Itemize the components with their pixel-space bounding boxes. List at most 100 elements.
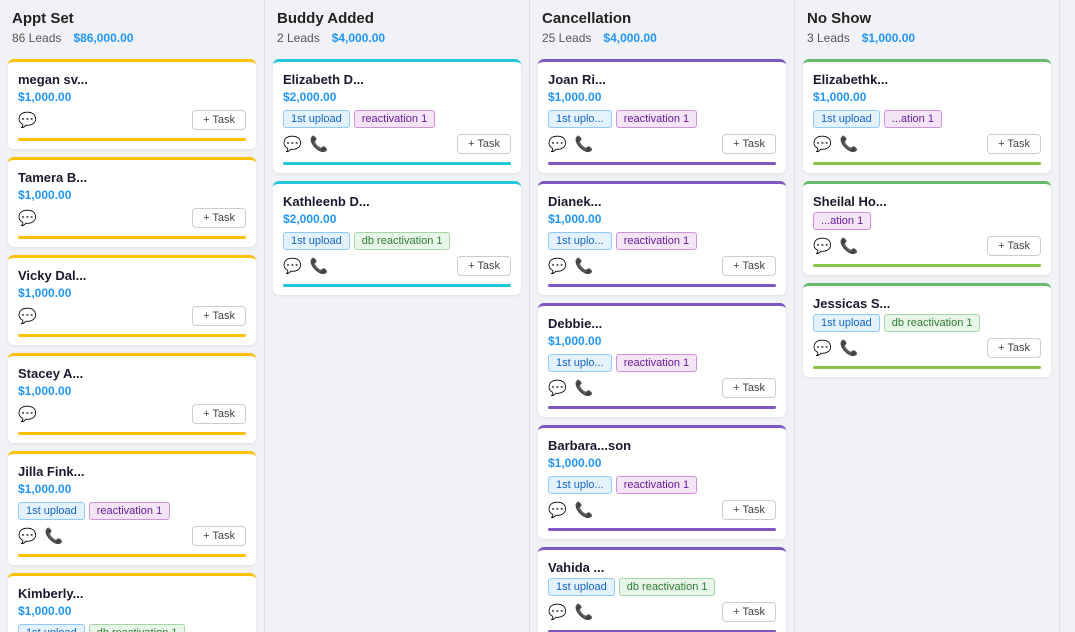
column-cards-appt-set: megan sv...$1,000.00💬+ TaskTamera B...$1…: [0, 53, 264, 632]
card-tags: 1st uploadreactivation 1: [283, 110, 511, 128]
add-task-button[interactable]: + Task: [722, 500, 776, 520]
card-amount: $1,000.00: [18, 604, 246, 618]
card-footer: 💬 📞 + Task: [548, 256, 776, 276]
table-row: Jilla Fink...$1,000.001st uploadreactiva…: [8, 451, 256, 565]
tag-upload[interactable]: 1st uplo...: [548, 354, 612, 372]
phone-icon[interactable]: 📞: [575, 603, 594, 621]
phone-icon[interactable]: 📞: [840, 135, 859, 153]
card-footer: 💬 + Task: [18, 110, 246, 130]
phone-icon[interactable]: 📞: [840, 237, 859, 255]
card-footer: 💬 📞 + Task: [548, 134, 776, 154]
card-tags: 1st uploaddb reactivation 1: [813, 314, 1041, 332]
tag-db-reactivation[interactable]: db reactivation 1: [619, 578, 716, 596]
tag-db-reactivation[interactable]: db reactivation 1: [89, 624, 186, 632]
card-tags: 1st uplo...reactivation 1: [548, 232, 776, 250]
phone-icon[interactable]: 📞: [45, 527, 64, 545]
card-name: Vahida ...: [548, 560, 728, 575]
card-divider: [18, 236, 246, 239]
chat-icon[interactable]: 💬: [813, 135, 832, 153]
chat-icon[interactable]: 💬: [18, 527, 37, 545]
card-footer: 💬 📞 + Task: [548, 500, 776, 520]
column-header-buddy-added: Buddy Added2 Leads$4,000.00: [265, 0, 529, 53]
chat-icon[interactable]: 💬: [18, 405, 37, 423]
card-divider: [813, 264, 1041, 267]
card-amount: $1,000.00: [813, 90, 1041, 104]
add-task-button[interactable]: + Task: [192, 526, 246, 546]
tag-upload[interactable]: 1st upload: [18, 624, 85, 632]
tag-db-reactivation[interactable]: db reactivation 1: [884, 314, 981, 332]
column-title-buddy-added: Buddy Added: [277, 10, 517, 27]
tag-reactivation[interactable]: reactivation 1: [89, 502, 170, 520]
tag-upload[interactable]: 1st upload: [548, 578, 615, 596]
phone-icon[interactable]: 📞: [310, 135, 329, 153]
card-footer: 💬 📞 + Task: [18, 526, 246, 546]
card-footer: 💬 📞 + Task: [548, 602, 776, 622]
add-task-button[interactable]: + Task: [722, 134, 776, 154]
phone-icon[interactable]: 📞: [575, 135, 594, 153]
tag-reactivation[interactable]: reactivation 1: [616, 110, 697, 128]
add-task-button[interactable]: + Task: [987, 236, 1041, 256]
card-amount: $2,000.00: [283, 212, 511, 226]
tag-upload[interactable]: 1st uplo...: [548, 476, 612, 494]
column-no-show: No Show3 Leads$1,000.00Elizabethk...$1,0…: [795, 0, 1060, 632]
add-task-button[interactable]: + Task: [192, 110, 246, 130]
tag-upload[interactable]: 1st uplo...: [548, 232, 612, 250]
card-footer: 💬 📞 + Task: [548, 378, 776, 398]
tag-upload[interactable]: 1st uplo...: [548, 110, 612, 128]
add-task-button[interactable]: + Task: [722, 602, 776, 622]
phone-icon[interactable]: 📞: [575, 379, 594, 397]
card-tags: 1st upload...ation 1: [813, 110, 1041, 128]
add-task-button[interactable]: + Task: [192, 404, 246, 424]
column-buddy-added: Buddy Added2 Leads$4,000.00Elizabeth D..…: [265, 0, 530, 632]
add-task-button[interactable]: + Task: [987, 134, 1041, 154]
tag-upload[interactable]: 1st upload: [813, 314, 880, 332]
phone-icon[interactable]: 📞: [575, 501, 594, 519]
card-name: Barbara...son: [548, 438, 728, 453]
chat-icon[interactable]: 💬: [283, 257, 302, 275]
tag-reactivation[interactable]: ...ation 1: [813, 212, 871, 230]
add-task-button[interactable]: + Task: [192, 306, 246, 326]
phone-icon[interactable]: 📞: [840, 339, 859, 357]
chat-icon[interactable]: 💬: [18, 209, 37, 227]
chat-icon[interactable]: 💬: [548, 257, 567, 275]
card-footer: 💬 📞 + Task: [283, 134, 511, 154]
chat-icon[interactable]: 💬: [813, 339, 832, 357]
card-divider: [813, 366, 1041, 369]
chat-icon[interactable]: 💬: [548, 603, 567, 621]
column-title-cancellation: Cancellation: [542, 10, 782, 27]
chat-icon[interactable]: 💬: [283, 135, 302, 153]
card-divider: [548, 528, 776, 531]
card-amount: $1,000.00: [548, 212, 776, 226]
tag-reactivation[interactable]: reactivation 1: [354, 110, 435, 128]
chat-icon[interactable]: 💬: [548, 379, 567, 397]
table-row: Stacey A...$1,000.00💬+ Task: [8, 353, 256, 443]
column-header-appt-set: Appt Set86 Leads$86,000.00: [0, 0, 264, 53]
phone-icon[interactable]: 📞: [310, 257, 329, 275]
tag-upload[interactable]: 1st upload: [813, 110, 880, 128]
tag-upload[interactable]: 1st upload: [283, 232, 350, 250]
tag-upload[interactable]: 1st upload: [283, 110, 350, 128]
chat-icon[interactable]: 💬: [18, 307, 37, 325]
tag-upload[interactable]: 1st upload: [18, 502, 85, 520]
add-task-button[interactable]: + Task: [192, 208, 246, 228]
card-amount: $1,000.00: [18, 286, 246, 300]
add-task-button[interactable]: + Task: [987, 338, 1041, 358]
tag-reactivation[interactable]: reactivation 1: [616, 354, 697, 372]
leads-amount-cancellation: $4,000.00: [603, 31, 656, 45]
add-task-button[interactable]: + Task: [722, 256, 776, 276]
phone-icon[interactable]: 📞: [575, 257, 594, 275]
leads-count-no-show: 3 Leads: [807, 31, 850, 45]
chat-icon[interactable]: 💬: [813, 237, 832, 255]
chat-icon[interactable]: 💬: [18, 111, 37, 129]
tag-db-reactivation[interactable]: db reactivation 1: [354, 232, 451, 250]
tag-reactivation[interactable]: ...ation 1: [884, 110, 942, 128]
add-task-button[interactable]: + Task: [722, 378, 776, 398]
tag-reactivation[interactable]: reactivation 1: [616, 232, 697, 250]
chat-icon[interactable]: 💬: [548, 135, 567, 153]
chat-icon[interactable]: 💬: [548, 501, 567, 519]
table-row: Kimberly...$1,000.001st uploaddb reactiv…: [8, 573, 256, 632]
card-divider: [18, 432, 246, 435]
tag-reactivation[interactable]: reactivation 1: [616, 476, 697, 494]
add-task-button[interactable]: + Task: [457, 134, 511, 154]
add-task-button[interactable]: + Task: [457, 256, 511, 276]
